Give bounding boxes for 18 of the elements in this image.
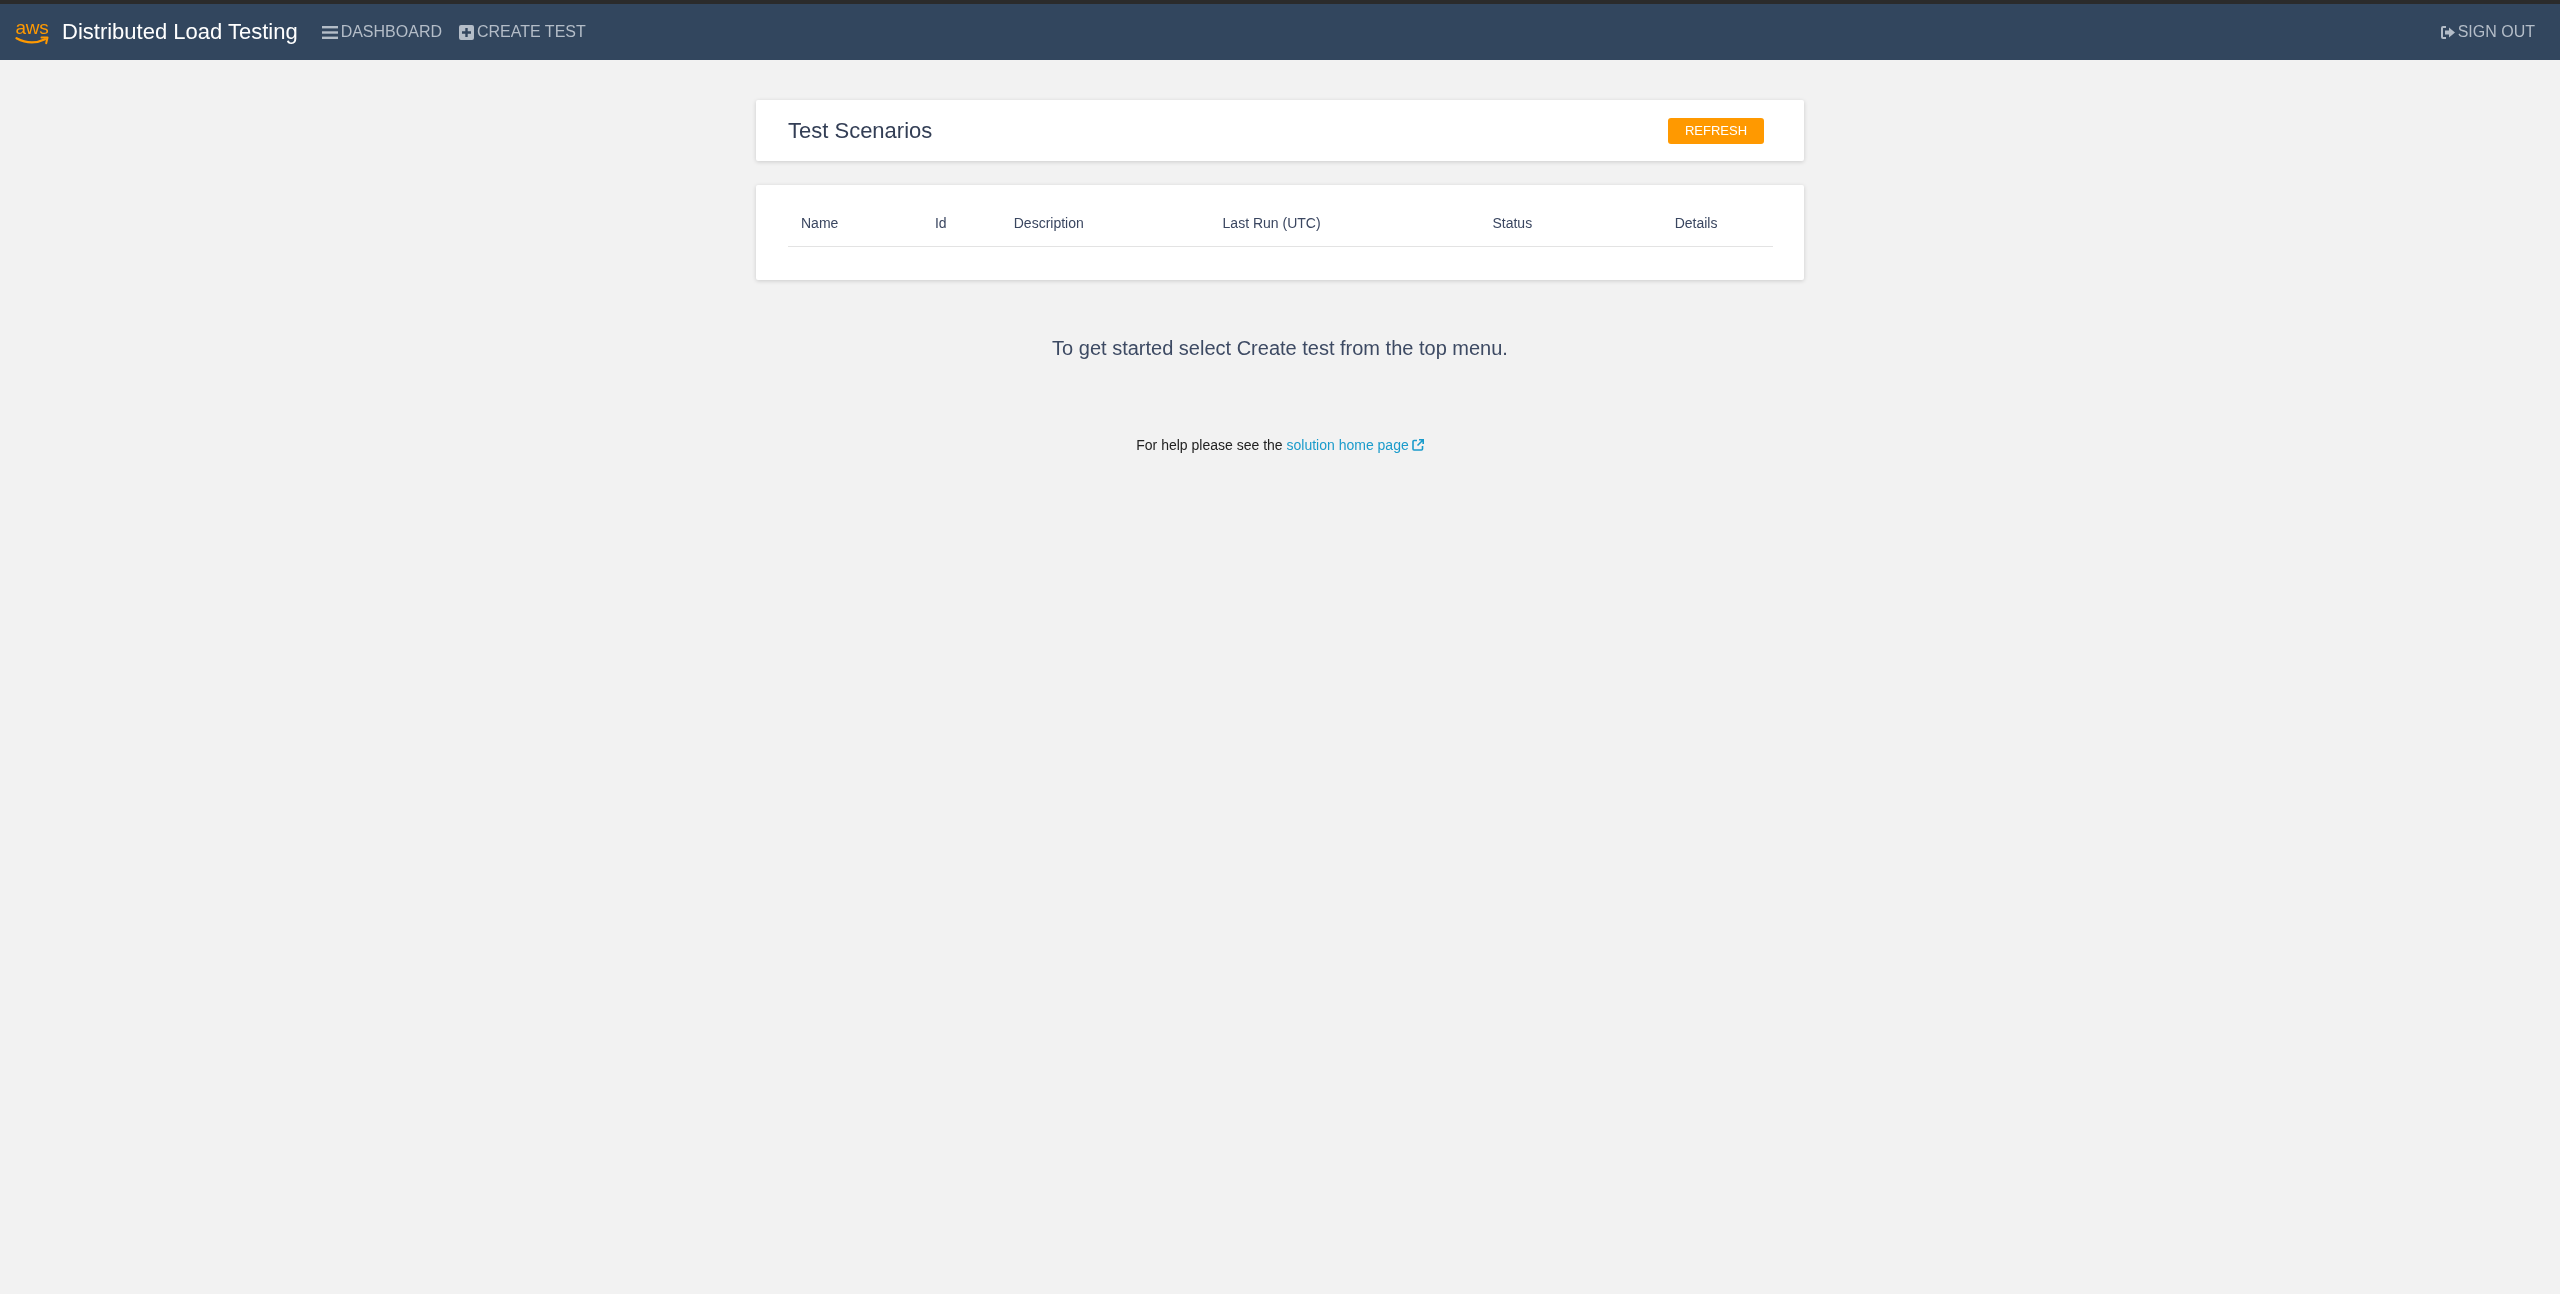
- logo[interactable]: aws: [15, 19, 49, 45]
- sign-out-icon: [2440, 25, 2455, 39]
- column-header: Name: [788, 201, 922, 247]
- external-link-icon: [1411, 439, 1424, 451]
- card-title: Test Scenarios: [788, 117, 933, 144]
- sign-out-link[interactable]: SIGN OUT: [2440, 22, 2535, 42]
- column-header: Status: [1479, 201, 1662, 247]
- nav-link[interactable]: CREATE TEST: [459, 22, 586, 42]
- column-header: Last Run (UTC): [1209, 201, 1480, 247]
- nav-link[interactable]: DASHBOARD: [321, 22, 442, 42]
- empty-state-message: To get started select Create test from the top menu.: [1051, 336, 1509, 360]
- column-header: Description: [1000, 201, 1210, 247]
- menu-icon: [321, 25, 338, 39]
- help-link[interactable]: solution home page: [1286, 437, 1424, 453]
- column-header: Id: [921, 201, 1001, 247]
- column-header: Details: [1661, 201, 1773, 247]
- help-text: For help please see the solution home page: [756, 435, 1804, 455]
- brand-title[interactable]: Distributed Load Testing: [62, 19, 298, 45]
